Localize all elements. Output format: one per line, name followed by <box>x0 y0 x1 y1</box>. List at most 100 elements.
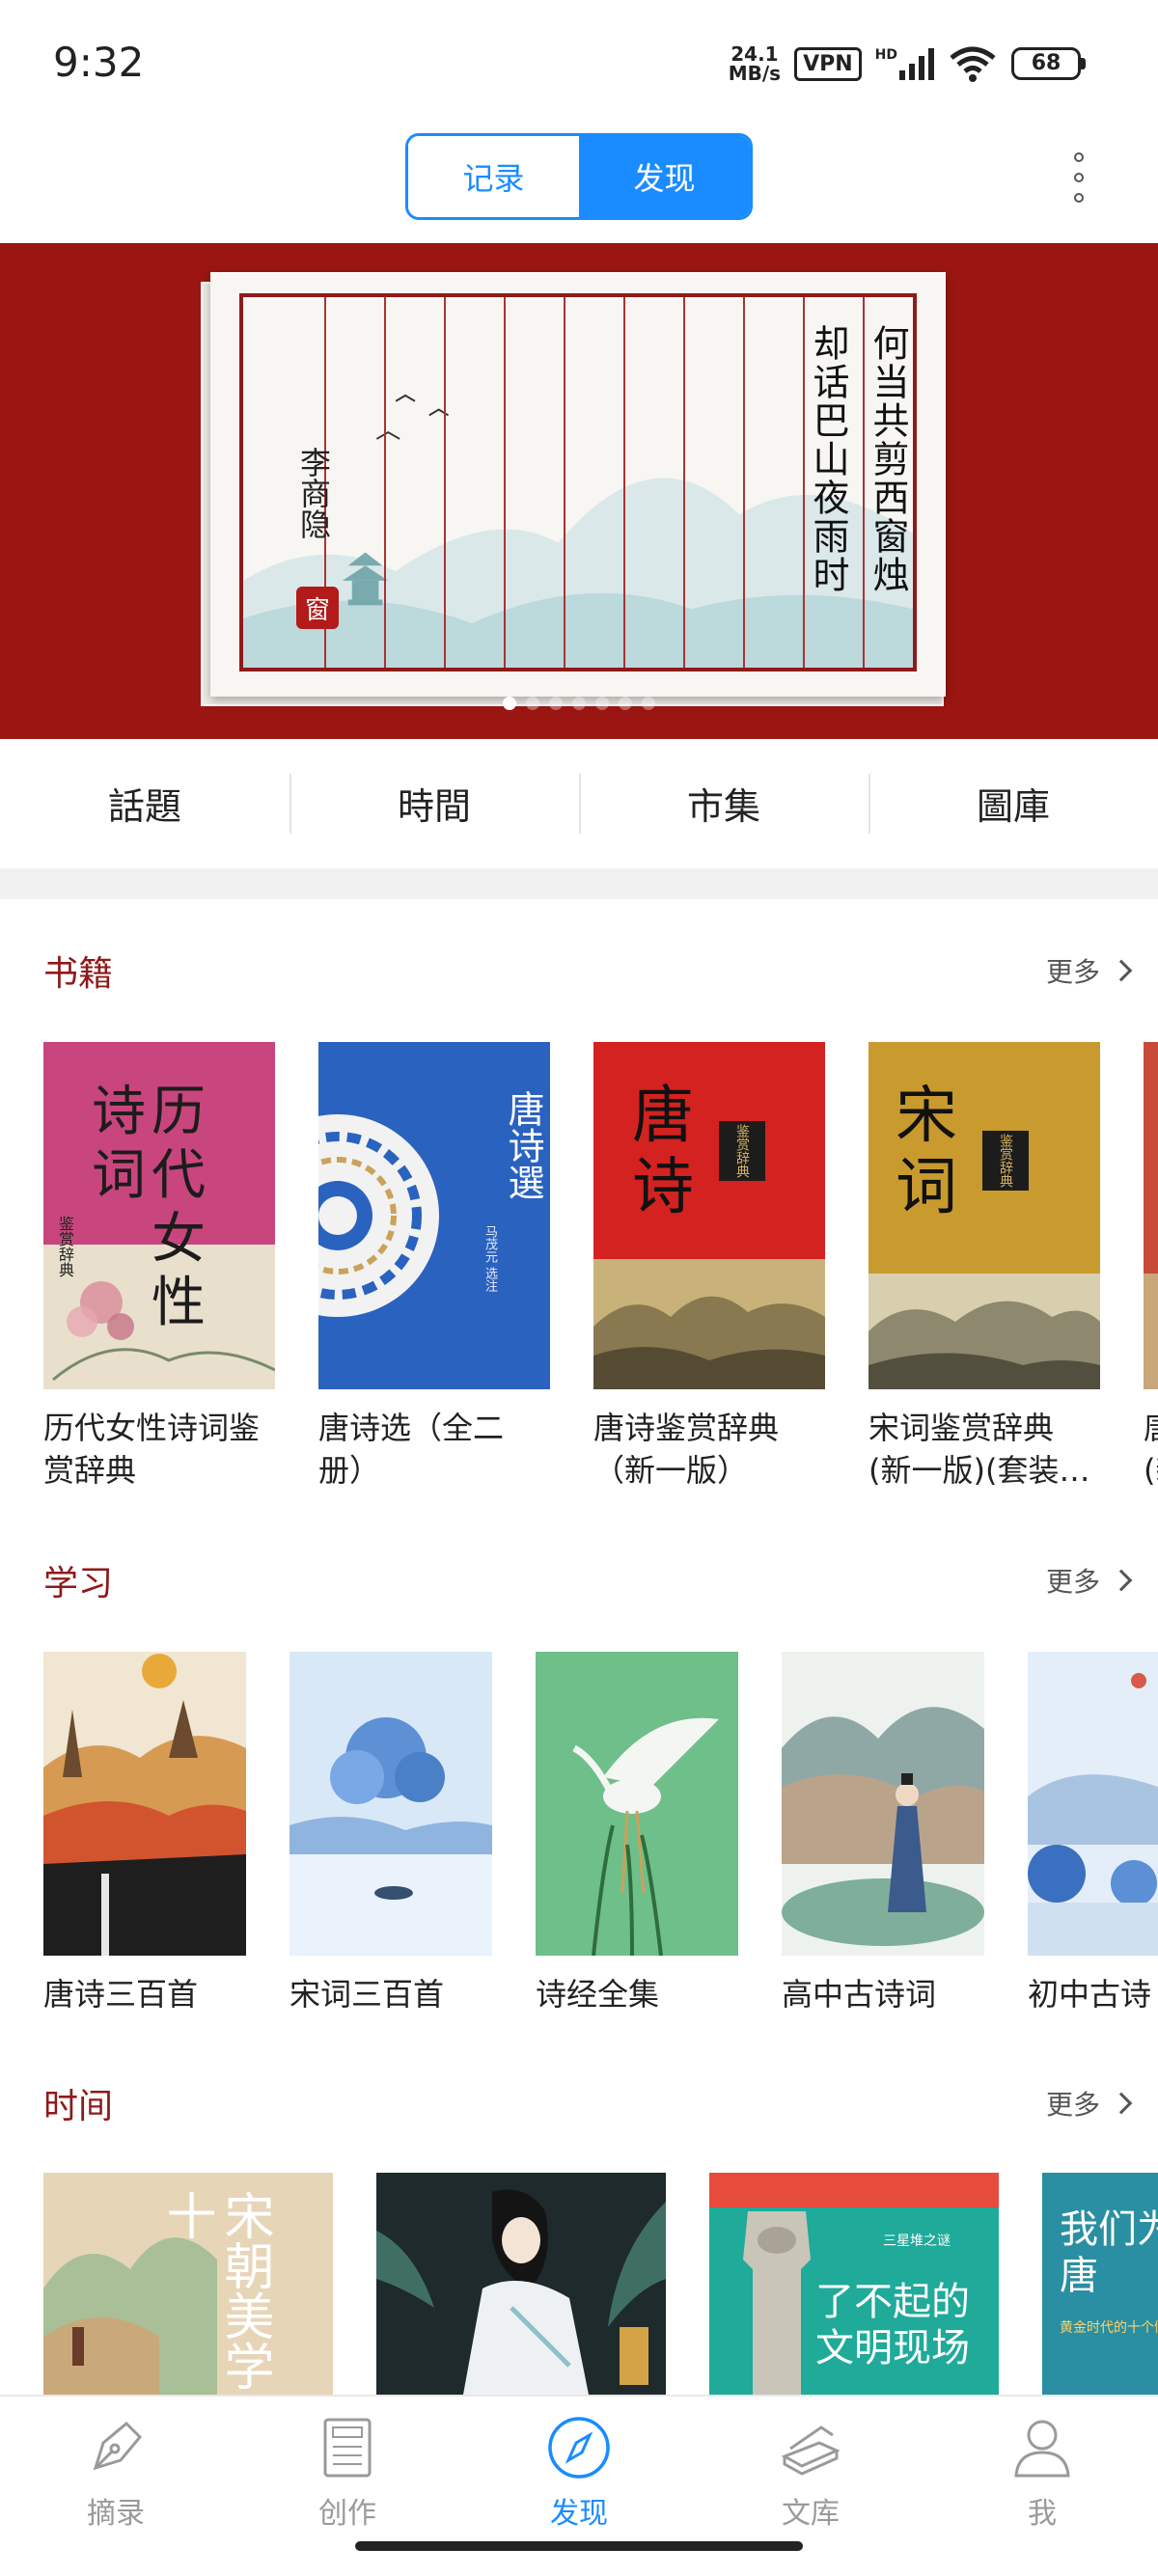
tab-discover[interactable]: 发现 <box>579 136 750 217</box>
home-indicator[interactable] <box>355 2541 803 2551</box>
book-title: 唐诗鉴赏辞典 （新一版） <box>593 1410 780 1489</box>
chevron-right-icon <box>1110 2092 1133 2115</box>
book-cover-seal: 鉴赏辞典 <box>719 1121 765 1181</box>
status-bar: 9:32 24.1 MB/s VPN HD 68 <box>0 0 1158 130</box>
status-time: 9:32 <box>53 39 145 86</box>
book-cover: 唐 诗 鉴赏辞典 <box>593 1042 825 1389</box>
category-time[interactable]: 時間 <box>290 743 579 863</box>
person-icon <box>1014 2420 1070 2478</box>
poem-author: 李商隐 <box>295 447 332 539</box>
nav-create-label: 创作 <box>318 2497 376 2531</box>
book-title: 宋词鉴赏辞典 (新一版)(套装… <box>868 1410 1090 1489</box>
category-topics[interactable]: 話題 <box>0 743 290 863</box>
time-card[interactable]: 宋朝美学十 <box>43 2173 333 2395</box>
status-icons: 24.1 MB/s VPN HD 68 <box>729 42 1086 85</box>
book-card[interactable]: 唐 (新 <box>1144 1042 1158 1492</box>
study-card[interactable]: 唐诗三百首 <box>43 1652 246 2015</box>
study-cover <box>43 1652 246 1956</box>
time-card[interactable] <box>376 2173 666 2395</box>
poem-line-1: 何当共剪西窗烛 <box>867 324 909 594</box>
book-cover: 宋 词 鉴赏辞典 <box>868 1042 1100 1389</box>
pagination-dot <box>526 697 539 710</box>
category-gallery[interactable]: 圖庫 <box>868 743 1158 863</box>
study-cover <box>1028 1652 1158 1956</box>
nav-me[interactable]: 我 <box>926 2397 1158 2576</box>
book-cover-subtitle: 诗 词 <box>92 1081 146 1207</box>
time-card[interactable]: 三星堆之谜 了不起的文明现场 <box>709 2173 999 2395</box>
time-cover-tag: 黄金时代的十个侧面 <box>1060 2320 1158 2336</box>
book-title: 历代女性诗词鉴 赏辞典 <box>43 1410 261 1489</box>
book-cover: 历 代 女 性 诗 词 鉴赏辞典 <box>43 1042 275 1389</box>
study-cover <box>782 1652 984 1956</box>
study-card[interactable]: 高中古诗词 <box>782 1652 984 2015</box>
time-cover: 宋朝美学十 <box>43 2173 333 2395</box>
time-cover <box>376 2173 666 2395</box>
battery-level: 68 <box>1011 47 1081 80</box>
book-card[interactable]: 宋 词 鉴赏辞典 宋词鉴赏辞典 (新一版)(套装… <box>868 1042 1100 1492</box>
study-title: 初中古诗 <box>1028 1976 1152 2013</box>
book-cover-tag: 鉴赏辞典 <box>56 1216 74 1277</box>
nav-library-label: 文库 <box>782 2497 840 2531</box>
book-cover-tag: 马茂元 选注 <box>482 1225 497 1293</box>
books-more-link[interactable]: 更多 <box>1046 951 1133 990</box>
nav-excerpts-label: 摘录 <box>87 2497 145 2531</box>
vpn-icon: VPN <box>794 46 862 81</box>
time-cover-title: 宋朝美学十 <box>157 2190 273 2391</box>
poem-frame: 何当共剪西窗烛 却话巴山夜雨时 李商隐 窗 <box>239 293 917 671</box>
document-icon <box>323 2418 372 2478</box>
compass-icon <box>548 2417 610 2479</box>
books-section-title: 书籍 <box>43 954 114 994</box>
book-cover-title: 宋 词 <box>896 1081 957 1223</box>
book-card[interactable]: 唐诗選 马茂元 选注 唐诗选（全二 册） <box>318 1042 550 1492</box>
time-cover: 我们为爱唐 黄金时代的十个侧面 <box>1042 2173 1158 2395</box>
nav-excerpts[interactable]: 摘录 <box>0 2397 232 2576</box>
time-carousel[interactable]: 宋朝美学十 三星堆之谜 了不起的文明现场 我们为 唐 黄金时代的十个 <box>0 2173 1158 2395</box>
nav-discover-label: 发现 <box>550 2497 608 2531</box>
books-carousel[interactable]: 历 代 女 性 诗 词 鉴赏辞典 历代女性诗词鉴 赏辞典 唐诗選 马茂元 选注 … <box>0 1042 1158 1505</box>
time-card[interactable]: 我们为爱唐 黄金时代的十个侧面 <box>1042 2173 1158 2395</box>
book-card[interactable]: 唐 诗 鉴赏辞典 唐诗鉴赏辞典 （新一版） <box>593 1042 825 1492</box>
network-speed-unit: MB/s <box>728 62 782 85</box>
banner-pagination <box>0 697 1158 710</box>
more-options-icon[interactable] <box>1066 152 1091 203</box>
tab-records[interactable]: 记录 <box>408 136 579 217</box>
category-bar: 話題 時間 市集 圖庫 <box>0 743 1158 863</box>
study-cover <box>290 1652 492 1956</box>
book-card[interactable]: 历 代 女 性 诗 词 鉴赏辞典 历代女性诗词鉴 赏辞典 <box>43 1042 275 1492</box>
nav-me-label: 我 <box>1028 2497 1057 2531</box>
category-market[interactable]: 市集 <box>579 743 868 863</box>
pen-nib-icon <box>93 2421 143 2471</box>
study-title: 唐诗三百首 <box>43 1976 199 2013</box>
pagination-dot <box>503 697 516 710</box>
pagination-dot <box>572 697 586 710</box>
book-cover-title: 唐诗選 <box>502 1090 544 1200</box>
time-more-link[interactable]: 更多 <box>1045 2084 1133 2123</box>
section-divider <box>0 868 1158 899</box>
hd-label: HD <box>874 47 897 63</box>
study-title: 高中古诗词 <box>782 1976 937 2013</box>
study-carousel[interactable]: 唐诗三百首 宋词三百首 诗经全集 高中古诗词 初中古诗 <box>0 1652 1158 2018</box>
wifi-icon <box>950 46 996 82</box>
book-cover <box>1144 1042 1158 1389</box>
time-more-label: 更多 <box>1045 2089 1100 2121</box>
view-switcher: 记录 发现 <box>405 133 753 220</box>
pagination-dot <box>619 697 632 710</box>
book-title: 唐诗选（全二 册） <box>318 1410 505 1489</box>
pagination-dot <box>595 697 609 710</box>
book-cover-seal: 鉴赏辞典 <box>982 1131 1029 1191</box>
book-cover: 唐诗選 马茂元 选注 <box>318 1042 550 1389</box>
featured-banner[interactable]: 何当共剪西窗烛 却话巴山夜雨时 李商隐 窗 <box>0 243 1158 739</box>
study-card[interactable]: 诗经全集 <box>536 1652 738 2015</box>
study-more-label: 更多 <box>1045 1566 1100 1598</box>
chevron-right-icon <box>1110 1569 1133 1592</box>
seal-stamp: 窗 <box>296 587 339 629</box>
chevron-right-icon <box>1110 959 1133 982</box>
study-title: 宋词三百首 <box>290 1976 445 2013</box>
pagination-dot <box>642 697 655 710</box>
study-card[interactable]: 初中古诗 <box>1028 1652 1158 2015</box>
book-title: 唐 (新 <box>1144 1410 1158 1489</box>
study-card[interactable]: 宋词三百首 <box>290 1652 492 2015</box>
time-section-title: 时间 <box>43 2087 114 2126</box>
study-more-link[interactable]: 更多 <box>1045 1561 1133 1600</box>
poem-card: 何当共剪西窗烛 却话巴山夜雨时 李商隐 窗 <box>210 272 946 697</box>
